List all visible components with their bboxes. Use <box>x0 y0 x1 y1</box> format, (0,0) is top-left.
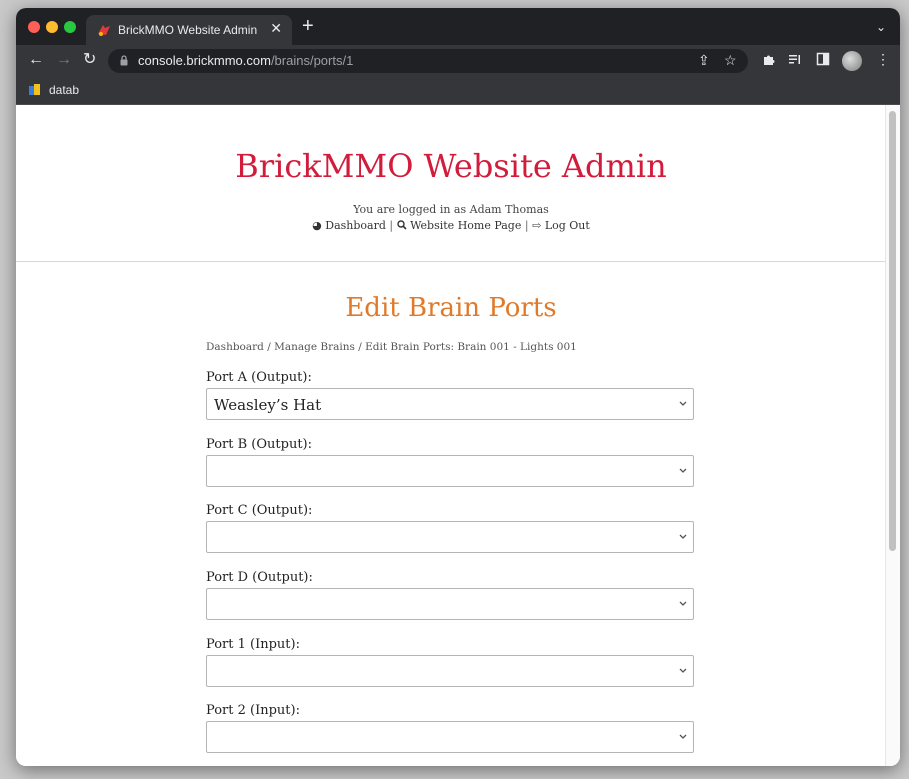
bookmark-item-datab[interactable]: datab <box>49 83 79 97</box>
header-divider <box>16 261 886 262</box>
chevron-down-icon <box>679 534 687 539</box>
chevron-down-icon <box>679 668 687 673</box>
dashboard-link-label: Dashboard <box>325 219 386 232</box>
chevron-down-icon <box>679 468 687 473</box>
tab-close-icon[interactable]: ✕ <box>270 20 282 37</box>
browser-window: BrickMMO Website Admin ✕ + ⌄ ← → ↻ conso… <box>16 8 900 766</box>
bookmarks-bar: datab <box>16 77 900 105</box>
chevron-down-icon <box>679 401 687 406</box>
brickmmo-favicon-icon <box>98 25 110 36</box>
chevron-down-icon <box>679 734 687 739</box>
url-text: console.brickmmo.com/brains/ports/1 <box>138 53 353 68</box>
reload-icon[interactable]: ↻ <box>83 50 96 70</box>
back-arrow-icon[interactable]: ← <box>28 50 44 70</box>
page-heading: Edit Brain Ports <box>345 293 557 323</box>
browser-toolbar: ← → ↻ console.brickmmo.com/brains/ports/… <box>16 45 900 77</box>
port-a-select[interactable]: Weasley’s Hat <box>206 388 694 420</box>
port-a-selected-value: Weasley’s Hat <box>214 396 322 414</box>
tab-title: BrickMMO Website Admin <box>118 23 258 37</box>
sign-out-icon: ⇨ <box>532 219 542 232</box>
header-nav: ◕ Dashboard | Website Home Page | ⇨ Log … <box>16 219 886 232</box>
reading-list-icon[interactable] <box>788 52 802 66</box>
home-link[interactable]: Website Home Page <box>396 219 525 232</box>
port-1-label: Port 1 (Input): <box>206 637 300 652</box>
logged-in-status: You are logged in as Adam Thomas <box>353 203 549 216</box>
url-host: console.brickmmo.com <box>138 53 271 68</box>
close-window-button[interactable] <box>28 21 40 33</box>
page-viewport: BrickMMO Website Admin You are logged in… <box>16 105 900 766</box>
tab-search-chevron-icon[interactable]: ⌄ <box>876 20 886 34</box>
extensions-puzzle-icon[interactable] <box>762 52 776 66</box>
profile-avatar[interactable] <box>842 51 862 71</box>
new-tab-icon[interactable]: + <box>302 14 314 38</box>
port-b-select[interactable] <box>206 455 694 487</box>
logout-link[interactable]: ⇨ Log Out <box>532 219 590 232</box>
dashboard-link[interactable]: ◕ Dashboard <box>312 219 389 232</box>
breadcrumb[interactable]: Dashboard / Manage Brains / Edit Brain P… <box>206 341 577 353</box>
search-icon <box>396 220 407 230</box>
forward-arrow-icon[interactable]: → <box>56 50 72 70</box>
address-bar[interactable]: console.brickmmo.com/brains/ports/1 ⇪ ☆ <box>108 49 748 73</box>
maximize-window-button[interactable] <box>64 21 76 33</box>
port-c-select[interactable] <box>206 521 694 553</box>
chevron-down-icon <box>679 601 687 606</box>
scrollbar-thumb[interactable] <box>889 111 896 551</box>
home-link-label: Website Home Page <box>410 219 522 232</box>
more-menu-icon[interactable]: ⋮ <box>876 51 890 68</box>
logout-link-label: Log Out <box>544 219 590 232</box>
port-b-label: Port B (Output): <box>206 437 312 452</box>
port-2-select[interactable] <box>206 721 694 753</box>
port-1-select[interactable] <box>206 655 694 687</box>
nav-separator: | <box>524 219 529 232</box>
dashboard-gauge-icon: ◕ <box>312 219 322 232</box>
share-icon[interactable]: ⇪ <box>698 52 710 69</box>
nav-separator: | <box>389 219 394 232</box>
port-2-label: Port 2 (Input): <box>206 703 300 718</box>
browser-tab-active[interactable]: BrickMMO Website Admin ✕ <box>86 15 292 45</box>
tab-strip: BrickMMO Website Admin ✕ + ⌄ <box>16 8 900 45</box>
minimize-window-button[interactable] <box>46 21 58 33</box>
port-a-label: Port A (Output): <box>206 370 312 385</box>
port-d-select[interactable] <box>206 588 694 620</box>
url-path: /brains/ports/1 <box>270 53 354 68</box>
bookmark-favicon-icon <box>29 84 40 95</box>
page-scrollbar[interactable] <box>885 105 900 766</box>
port-d-label: Port D (Output): <box>206 570 313 585</box>
bookmark-star-icon[interactable]: ☆ <box>724 52 737 69</box>
lock-icon <box>120 55 128 66</box>
side-panel-icon[interactable] <box>816 52 830 66</box>
port-c-label: Port C (Output): <box>206 503 313 518</box>
site-title: BrickMMO Website Admin <box>235 147 667 185</box>
